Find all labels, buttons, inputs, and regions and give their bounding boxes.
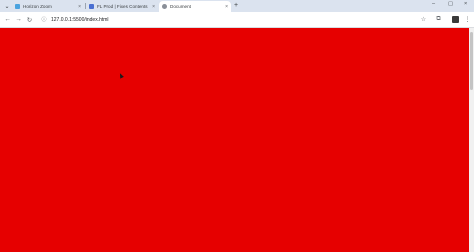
favicon-icon — [89, 4, 94, 9]
browser-window: ⌄ Horizon Zoom × FL Prod | Fixes Content… — [0, 0, 474, 252]
extensions-icon[interactable]: ⧉ — [434, 15, 443, 24]
tab-label: Document — [170, 4, 191, 9]
profile-avatar[interactable] — [452, 16, 459, 23]
tab-strip: ⌄ Horizon Zoom × FL Prod | Fixes Content… — [0, 0, 474, 12]
bookmark-star-icon[interactable]: ☆ — [419, 15, 428, 24]
back-button[interactable]: ← — [3, 15, 12, 24]
close-window-button[interactable]: × — [464, 1, 467, 7]
tab-search-icon[interactable]: ⌄ — [3, 2, 11, 10]
address-bar[interactable]: ⓘ 127.0.0.1:5500/index.html — [36, 14, 410, 25]
new-tab-button[interactable]: + — [234, 2, 238, 9]
minimize-button[interactable]: – — [432, 1, 435, 7]
page-viewport — [0, 28, 469, 252]
favicon-icon — [162, 4, 167, 9]
tab-label: FL Prod | Fixes Contents — [97, 4, 148, 9]
favicon-icon — [15, 4, 20, 9]
tab-close-icon[interactable]: × — [152, 4, 155, 10]
scrollbar-thumb[interactable] — [470, 32, 473, 90]
vertical-scrollbar[interactable] — [469, 28, 474, 252]
mouse-cursor-icon — [118, 72, 124, 79]
tab-close-icon[interactable]: × — [225, 4, 228, 10]
browser-toolbar: ← → ↻ ⓘ 127.0.0.1:5500/index.html ☆ ⧉ ⋮ — [0, 12, 474, 28]
forward-button[interactable]: → — [14, 15, 23, 24]
url-text: 127.0.0.1:5500/index.html — [51, 16, 109, 23]
reload-button[interactable]: ↻ — [25, 15, 34, 24]
tab-document[interactable]: Document × — [159, 1, 231, 12]
maximize-button[interactable]: ▢ — [448, 1, 453, 7]
tab-label: Horizon Zoom — [23, 4, 52, 9]
tab-fl-prod[interactable]: FL Prod | Fixes Contents × — [86, 1, 158, 12]
tab-horizon-zoom[interactable]: Horizon Zoom × — [12, 1, 84, 12]
menu-icon[interactable]: ⋮ — [463, 15, 472, 24]
site-info-icon[interactable]: ⓘ — [41, 17, 47, 23]
tab-close-icon[interactable]: × — [78, 4, 81, 10]
